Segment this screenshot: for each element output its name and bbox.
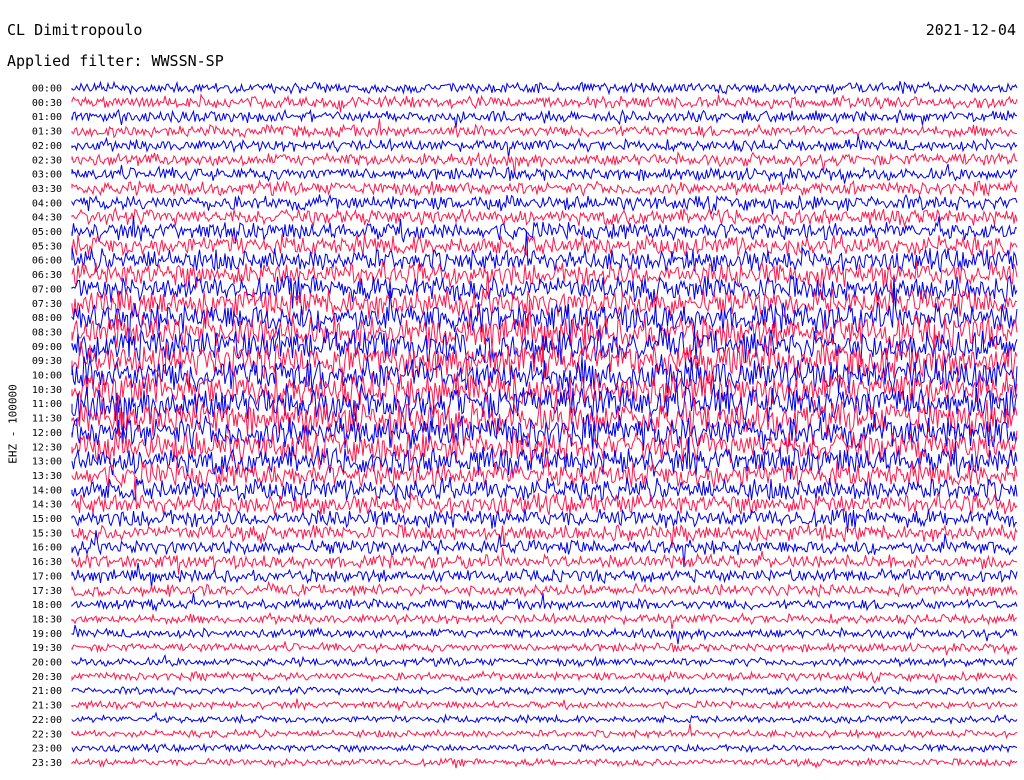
row-time-label: 17:30 bbox=[32, 586, 62, 597]
row-time-label: 12:30 bbox=[32, 442, 62, 453]
row-time-label: 22:00 bbox=[32, 715, 62, 726]
row-time-label: 18:30 bbox=[32, 614, 62, 625]
trace-row bbox=[71, 234, 1018, 258]
trace-row bbox=[71, 611, 1018, 630]
row-time-label: 21:30 bbox=[32, 701, 62, 712]
trace-row bbox=[71, 230, 1018, 274]
row-time-label: 08:00 bbox=[32, 313, 62, 324]
row-time-label: 17:00 bbox=[32, 571, 62, 582]
trace-row bbox=[71, 108, 1018, 129]
trace-row bbox=[71, 698, 1018, 712]
row-time-label: 10:30 bbox=[32, 385, 62, 396]
row-time-label: 16:30 bbox=[32, 557, 62, 568]
trace-row bbox=[71, 163, 1018, 186]
trace-row bbox=[71, 80, 1018, 96]
trace-row bbox=[71, 135, 1018, 158]
row-time-label: 04:30 bbox=[32, 213, 62, 224]
row-time-label: 19:00 bbox=[32, 629, 62, 640]
row-time-label: 15:30 bbox=[32, 528, 62, 539]
trace-row bbox=[71, 756, 1018, 769]
row-time-label: 22:30 bbox=[32, 729, 62, 740]
row-time-label: 03:30 bbox=[32, 184, 62, 195]
row-time-label: 12:00 bbox=[32, 428, 62, 439]
row-time-label: 18:00 bbox=[32, 600, 62, 611]
row-time-label: 19:30 bbox=[32, 643, 62, 654]
trace-row bbox=[71, 624, 1018, 645]
trace-row bbox=[71, 670, 1018, 684]
trace-row bbox=[71, 477, 1018, 503]
row-time-label: 01:30 bbox=[32, 127, 62, 138]
trace-row bbox=[71, 723, 1018, 740]
trace-row bbox=[71, 454, 1018, 489]
row-time-label: 02:00 bbox=[32, 141, 62, 152]
trace-row bbox=[71, 593, 1018, 613]
row-time-label: 03:00 bbox=[32, 170, 62, 181]
row-time-label: 01:00 bbox=[32, 112, 62, 123]
row-time-label: 06:00 bbox=[32, 256, 62, 267]
row-label-group: 00:00 00:30 01:00 01:30 02:00 02:30 03:00 03:30… bbox=[32, 84, 62, 769]
row-time-label: 16:00 bbox=[32, 543, 62, 554]
trace-row bbox=[71, 641, 1018, 656]
row-time-label: 15:00 bbox=[32, 514, 62, 525]
row-time-label: 14:00 bbox=[32, 485, 62, 496]
row-time-label: 11:30 bbox=[32, 414, 62, 425]
row-time-label: 02:30 bbox=[32, 155, 62, 166]
helicorder-plot: 00:00 00:30 01:00 01:30 02:00 02:30 03:00 03:30… bbox=[32, 80, 1018, 769]
row-time-label: 07:30 bbox=[32, 299, 62, 310]
row-time-label: 14:30 bbox=[32, 500, 62, 511]
row-time-label: 20:00 bbox=[32, 658, 62, 669]
trace-row bbox=[71, 93, 1018, 113]
trace-row bbox=[71, 215, 1018, 244]
row-time-label: 10:00 bbox=[32, 371, 62, 382]
row-time-label: 08:30 bbox=[32, 327, 62, 338]
trace-row bbox=[71, 711, 1018, 726]
row-time-label: 04:00 bbox=[32, 198, 62, 209]
row-time-label: 06:30 bbox=[32, 270, 62, 281]
row-time-label: 20:30 bbox=[32, 672, 62, 683]
row-time-label: 23:30 bbox=[32, 758, 62, 769]
trace-row bbox=[71, 206, 1018, 228]
row-time-label: 09:30 bbox=[32, 356, 62, 367]
row-time-label: 07:00 bbox=[32, 284, 62, 295]
trace-row bbox=[71, 742, 1018, 754]
row-time-label: 23:00 bbox=[32, 744, 62, 755]
row-time-label: 13:00 bbox=[32, 457, 62, 468]
trace-row bbox=[71, 179, 1018, 197]
row-time-label: 13:30 bbox=[32, 471, 62, 482]
row-time-label: 05:30 bbox=[32, 241, 62, 252]
row-time-label: 00:00 bbox=[32, 84, 62, 95]
trace-row bbox=[71, 508, 1018, 533]
row-time-label: 05:00 bbox=[32, 227, 62, 238]
row-time-label: 09:00 bbox=[32, 342, 62, 353]
trace-row bbox=[71, 580, 1018, 598]
trace-row bbox=[71, 685, 1018, 697]
trace-row bbox=[71, 653, 1018, 668]
trace-group bbox=[71, 80, 1018, 769]
row-time-label: 21:00 bbox=[32, 686, 62, 697]
row-time-label: 00:30 bbox=[32, 98, 62, 109]
row-time-label: 11:00 bbox=[32, 399, 62, 410]
